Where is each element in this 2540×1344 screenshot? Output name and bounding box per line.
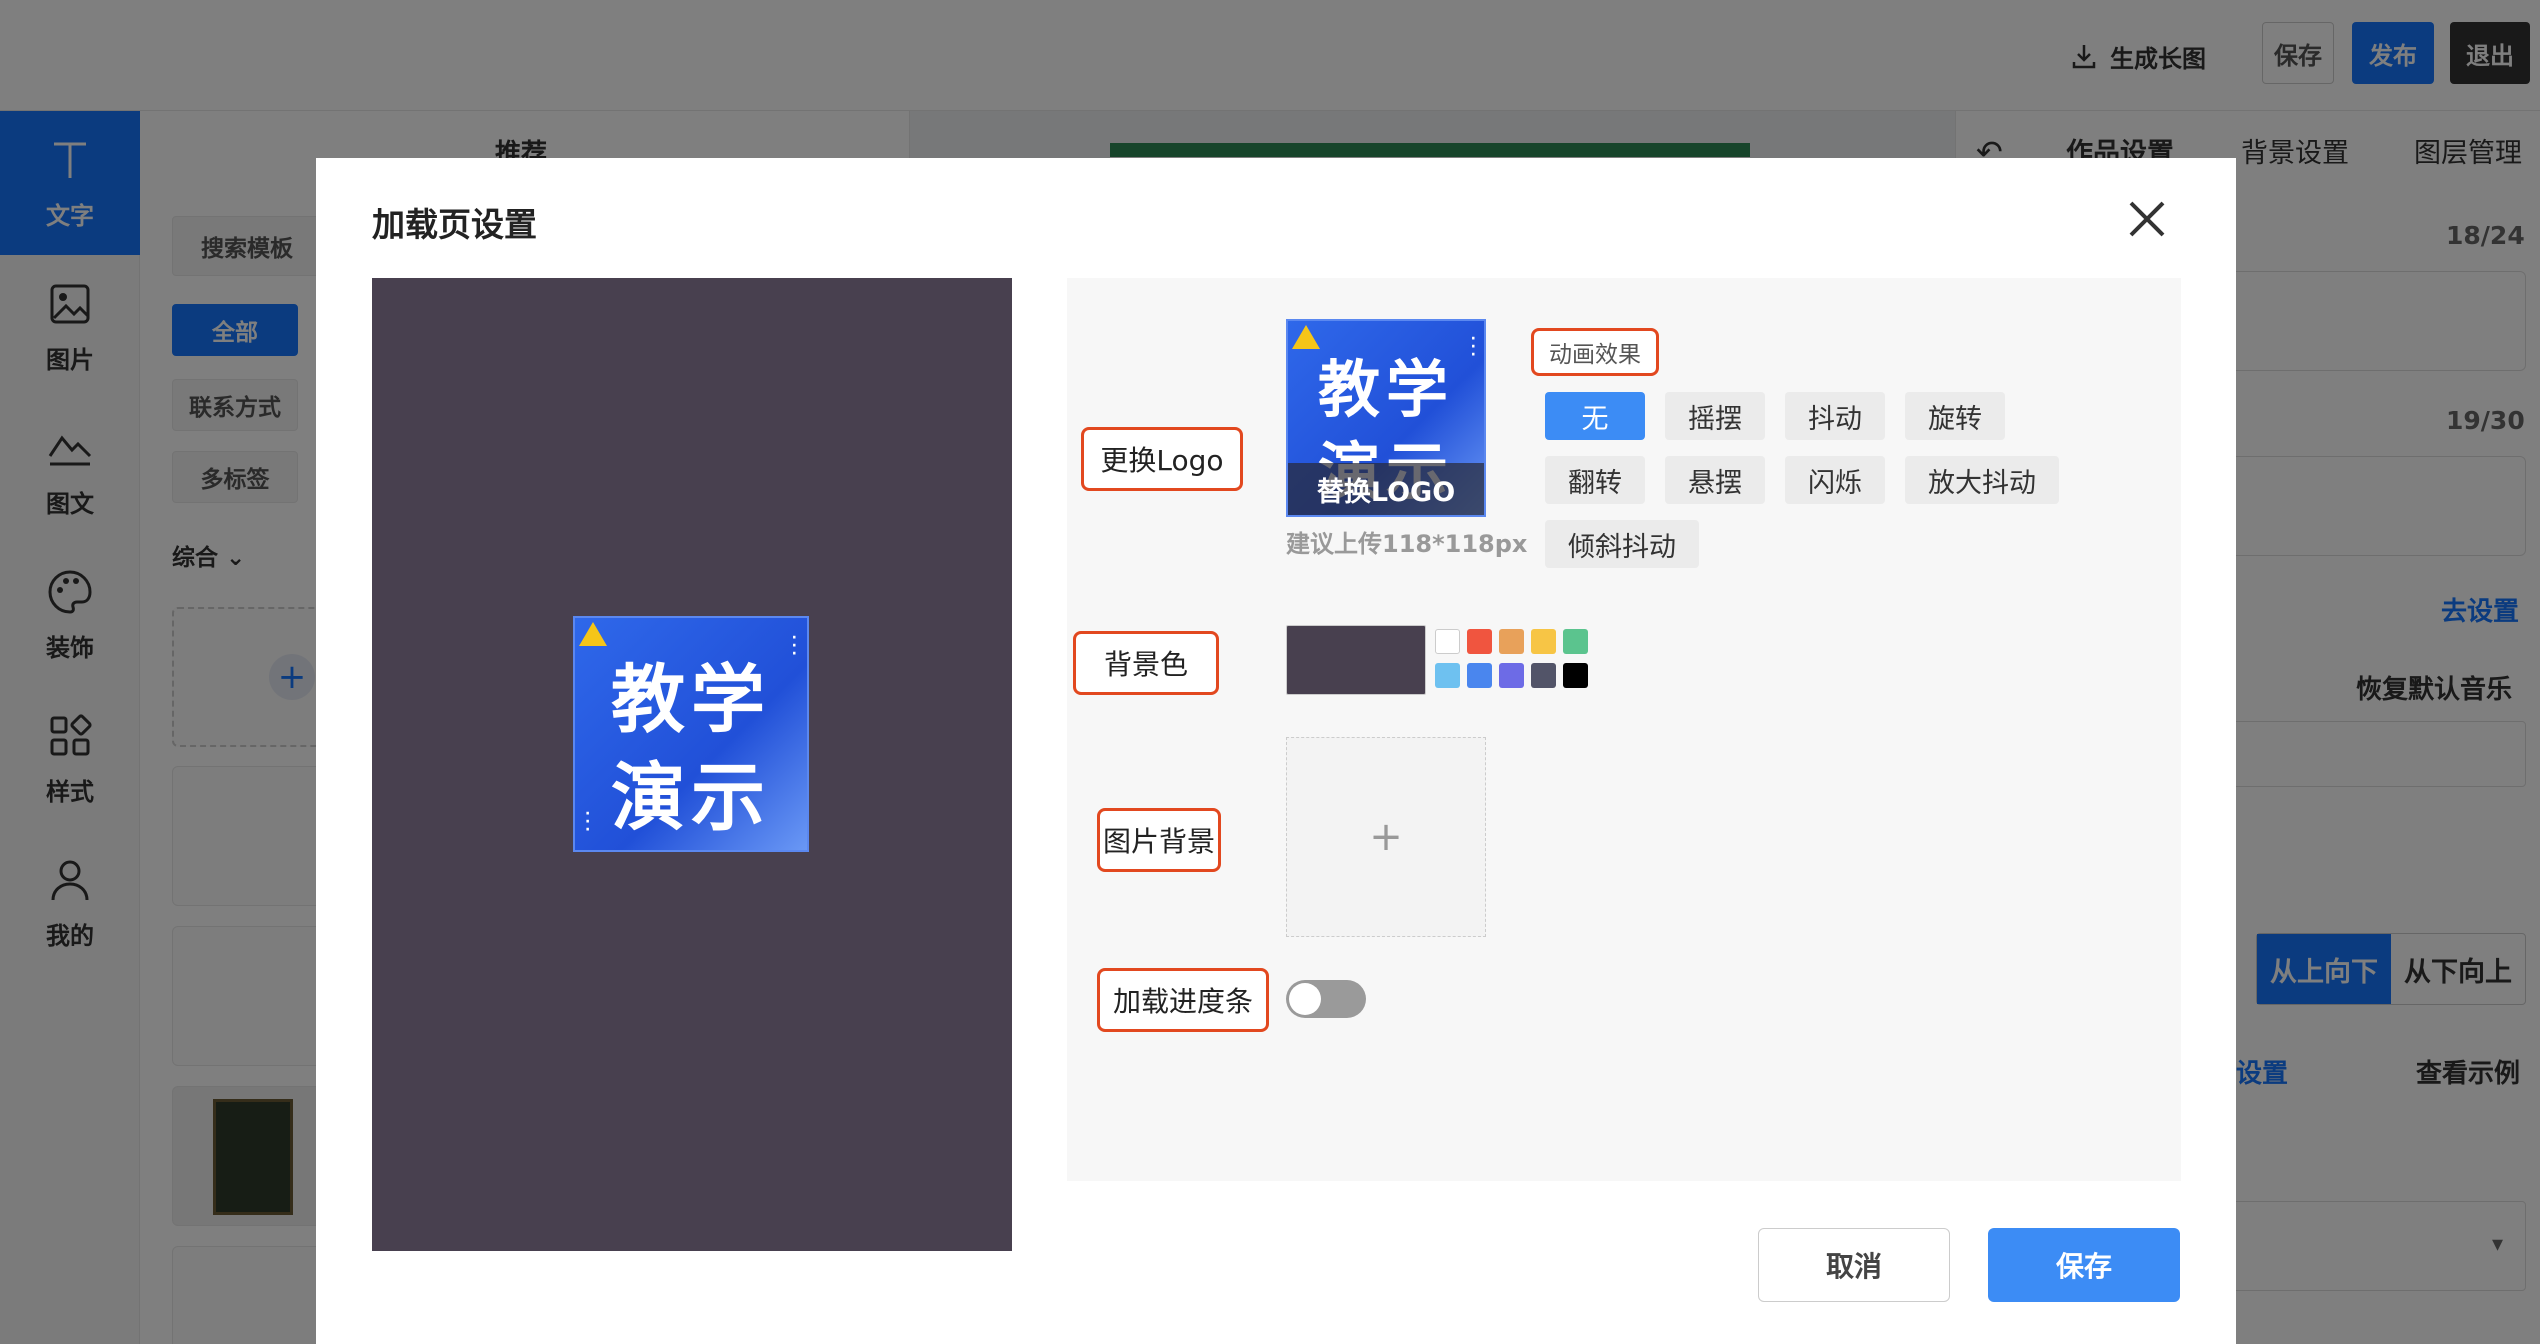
cancel-button[interactable]: 取消 [1758, 1228, 1950, 1302]
loading-page-preview: · · · · · · 教学 演示 [372, 278, 1012, 1251]
preview-logo-line2: 演示 [611, 755, 771, 841]
color-swatch-black[interactable] [1563, 663, 1588, 688]
loading-progress-label: 加载进度条 [1097, 968, 1269, 1032]
color-swatch-purple[interactable] [1499, 663, 1524, 688]
dialog-title: 加载页设置 [372, 205, 537, 244]
preview-logo-line1: 教学 [611, 657, 771, 743]
replace-logo-label: 更换Logo [1081, 427, 1243, 491]
animation-option[interactable]: 抖动 [1785, 392, 1885, 440]
animation-option[interactable]: 摇摆 [1665, 392, 1765, 440]
animation-effect-label: 动画效果 [1531, 328, 1659, 376]
animation-option[interactable]: 翻转 [1545, 456, 1645, 504]
color-swatch-red[interactable] [1467, 629, 1492, 654]
animation-option[interactable]: 悬摆 [1665, 456, 1765, 504]
save-dialog-button[interactable]: 保存 [1988, 1228, 2180, 1302]
color-swatch-orange[interactable] [1499, 629, 1524, 654]
color-swatch-white[interactable] [1435, 629, 1460, 654]
background-color-label: 背景色 [1073, 631, 1219, 695]
animation-option[interactable]: 倾斜抖动 [1545, 520, 1699, 568]
color-swatch-yellow[interactable] [1531, 629, 1556, 654]
animation-option[interactable]: 闪烁 [1785, 456, 1885, 504]
animation-option[interactable]: 无 [1545, 392, 1645, 440]
logo-upload[interactable]: ··· 教学 演示 替换LOGO [1286, 319, 1486, 517]
settings-panel: 更换Logo ··· 教学 演示 替换LOGO 建议上传118*118px 动画… [1067, 278, 2181, 1181]
replace-logo-overlay[interactable]: 替换LOGO [1288, 463, 1484, 515]
animation-option[interactable]: 旋转 [1905, 392, 2005, 440]
loading-page-settings-dialog: 加载页设置 ··· ··· 教学 演示 更换Logo ··· 教学 演示 替换L… [316, 158, 2236, 1344]
animation-option[interactable]: 放大抖动 [1905, 456, 2059, 504]
color-swatch-blue[interactable] [1467, 663, 1492, 688]
upload-size-hint: 建议上传118*118px [1286, 530, 1528, 558]
logo-upload-line1: 教学 [1317, 353, 1454, 426]
loading-progress-toggle[interactable] [1286, 980, 1366, 1018]
preview-logo: · · · · · · 教学 演示 [573, 616, 809, 852]
color-swatch-light-blue[interactable] [1435, 663, 1460, 688]
current-color-swatch[interactable] [1286, 625, 1426, 695]
close-icon[interactable] [2126, 198, 2168, 240]
color-swatch-slate[interactable] [1531, 663, 1556, 688]
color-swatch-green[interactable] [1563, 629, 1588, 654]
image-background-upload[interactable]: + [1286, 737, 1486, 937]
toggle-knob [1289, 983, 1321, 1015]
image-background-label: 图片背景 [1097, 808, 1221, 872]
